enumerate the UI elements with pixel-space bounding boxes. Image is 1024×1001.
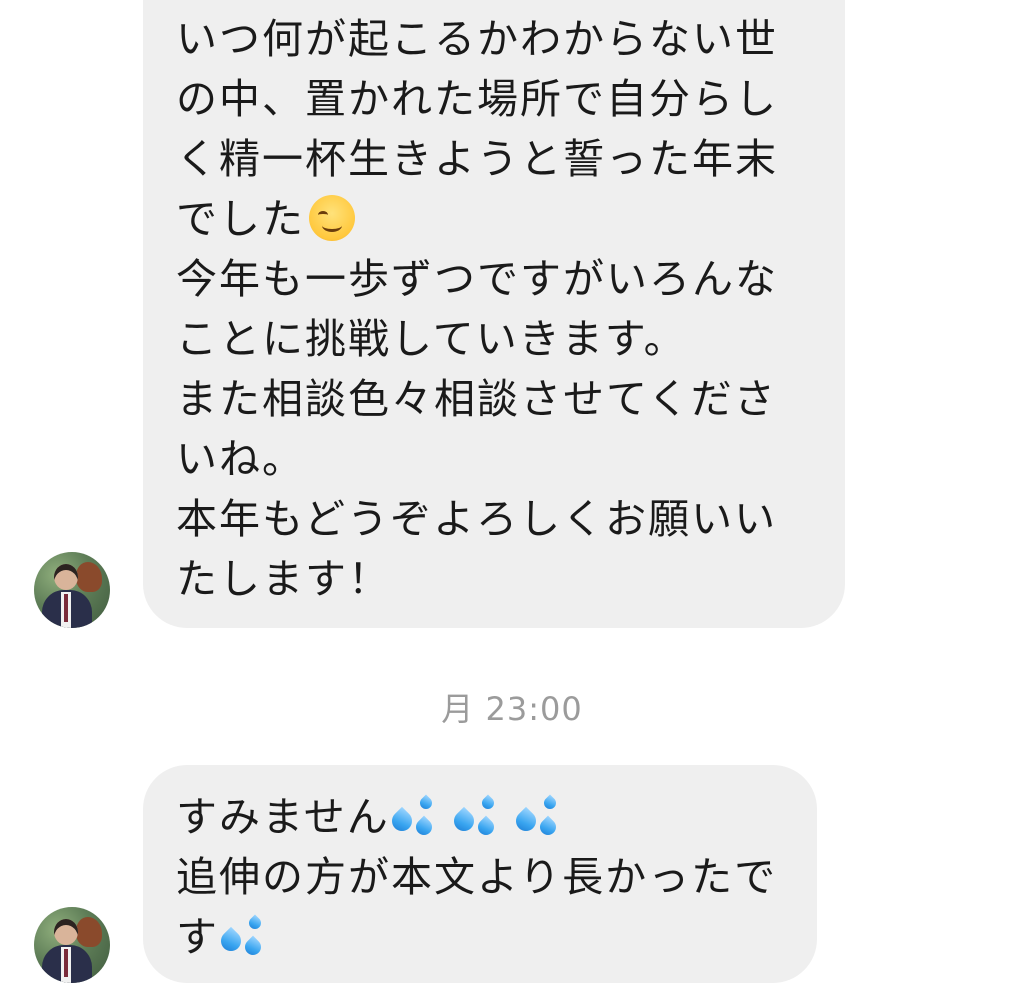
message-line: の中、置かれた場所で自分らし — [176, 75, 778, 123]
avatar-tie-shape — [64, 949, 68, 977]
message-timestamp: 月 23:00 — [441, 690, 583, 728]
avatar-bird-shape — [76, 562, 102, 592]
message-line-with-emoji: すみません — [176, 787, 787, 847]
avatar-bird-shape — [76, 917, 102, 947]
sweat-droplets-icon — [449, 793, 504, 841]
message-bubble[interactable]: いつ何が起こるかわからない世 の中、置かれた場所で自分らし く精一杯生きようと誓… — [143, 0, 845, 628]
sender-avatar[interactable] — [34, 552, 110, 628]
message-bubble[interactable]: すみません 追伸の方が本文より長かったで す — [143, 765, 817, 983]
sweat-droplets-icon — [387, 793, 442, 841]
message-line-with-emoji: でした — [176, 189, 815, 249]
sender-avatar[interactable] — [34, 907, 110, 983]
message-line: 本年もどうぞよろしくお願いい — [176, 495, 778, 543]
message-line: ことに挑戦していきます。 — [176, 315, 687, 363]
message-line: いね。 — [176, 435, 305, 483]
message-line: また相談色々相談させてくださ — [176, 375, 777, 423]
message-line-with-emoji: す — [176, 907, 787, 967]
smiling-face-icon — [309, 195, 355, 241]
avatar-tie-shape — [64, 594, 68, 622]
message-line: 追伸の方が本文より長かったで — [176, 853, 778, 901]
message-line-text: すみません — [176, 793, 390, 841]
message-line: たします！ — [176, 555, 391, 603]
message-line: いつ何が起こるかわからない世 — [176, 15, 778, 63]
sweat-droplets-icon — [511, 793, 566, 841]
avatar-head-shape — [54, 919, 78, 945]
message-line-text: す — [176, 913, 219, 961]
avatar-head-shape — [54, 564, 78, 590]
sweat-droplets-icon — [216, 913, 271, 961]
message-line: 今年も一歩ずつですがいろんな — [176, 255, 778, 303]
message-line: く精一杯生きようと誓った年末 — [176, 135, 778, 183]
message-line-text: でした — [176, 195, 305, 243]
